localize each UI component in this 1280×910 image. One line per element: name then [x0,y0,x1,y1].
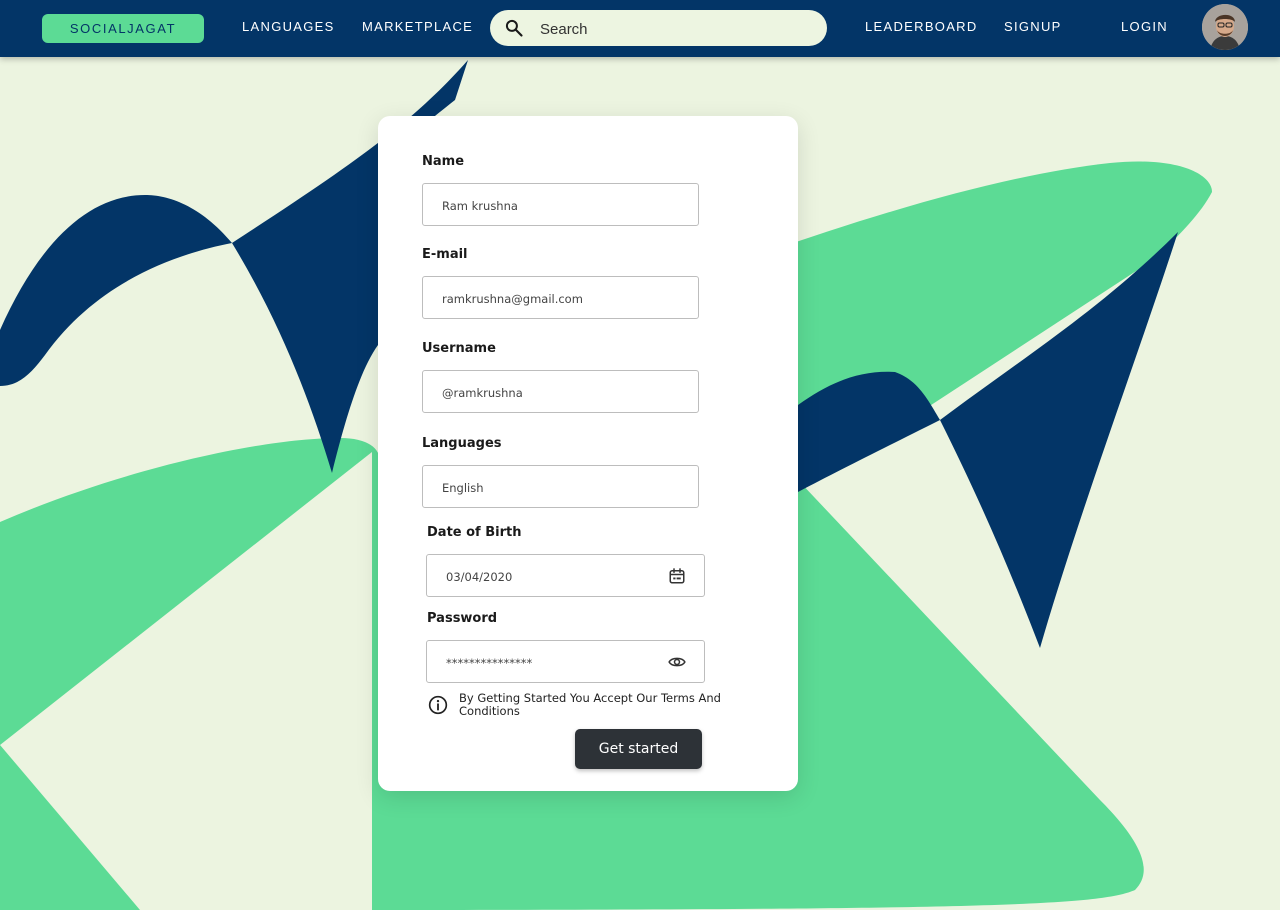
top-navbar: SOCIALJAGAT LANGUAGES MARKETPLACE LEADER… [0,0,1280,57]
username-input[interactable] [440,371,664,414]
dob-label: Date of Birth [427,525,522,540]
email-label: E-mail [422,247,468,262]
search-input[interactable] [538,10,812,48]
name-input[interactable] [440,184,664,227]
search-bar[interactable] [490,10,827,48]
brand-logo-button[interactable]: SOCIALJAGAT [42,14,204,43]
password-field[interactable] [426,640,705,684]
email-input[interactable] [440,277,664,320]
nav-link-signup[interactable]: SIGNUP [1004,19,1062,34]
username-field[interactable] [422,370,699,414]
languages-input[interactable] [440,466,664,509]
get-started-button[interactable]: Get started [575,729,702,769]
nav-link-leaderboard[interactable]: LEADERBOARD [865,19,978,34]
user-avatar[interactable] [1202,4,1248,50]
dob-field[interactable] [426,554,705,598]
password-input[interactable] [444,641,668,684]
avatar-portrait-icon [1202,4,1248,50]
languages-label: Languages [422,436,502,451]
terms-text: By Getting Started You Accept Our Terms … [459,691,721,718]
info-icon [428,695,448,715]
calendar-icon[interactable] [668,567,686,585]
email-field[interactable] [422,276,699,320]
nav-link-marketplace[interactable]: MARKETPLACE [362,19,473,34]
dob-input[interactable] [444,555,668,598]
eye-icon[interactable] [668,653,686,671]
search-icon[interactable] [504,18,524,38]
languages-field[interactable] [422,465,699,509]
password-label: Password [427,611,498,626]
name-field[interactable] [422,183,699,227]
nav-link-languages[interactable]: LANGUAGES [242,19,335,34]
name-label: Name [422,154,465,169]
nav-link-login[interactable]: LOGIN [1121,19,1168,34]
username-label: Username [422,341,496,356]
signup-card: Name E-mail Username Languages Date of B… [378,116,798,791]
